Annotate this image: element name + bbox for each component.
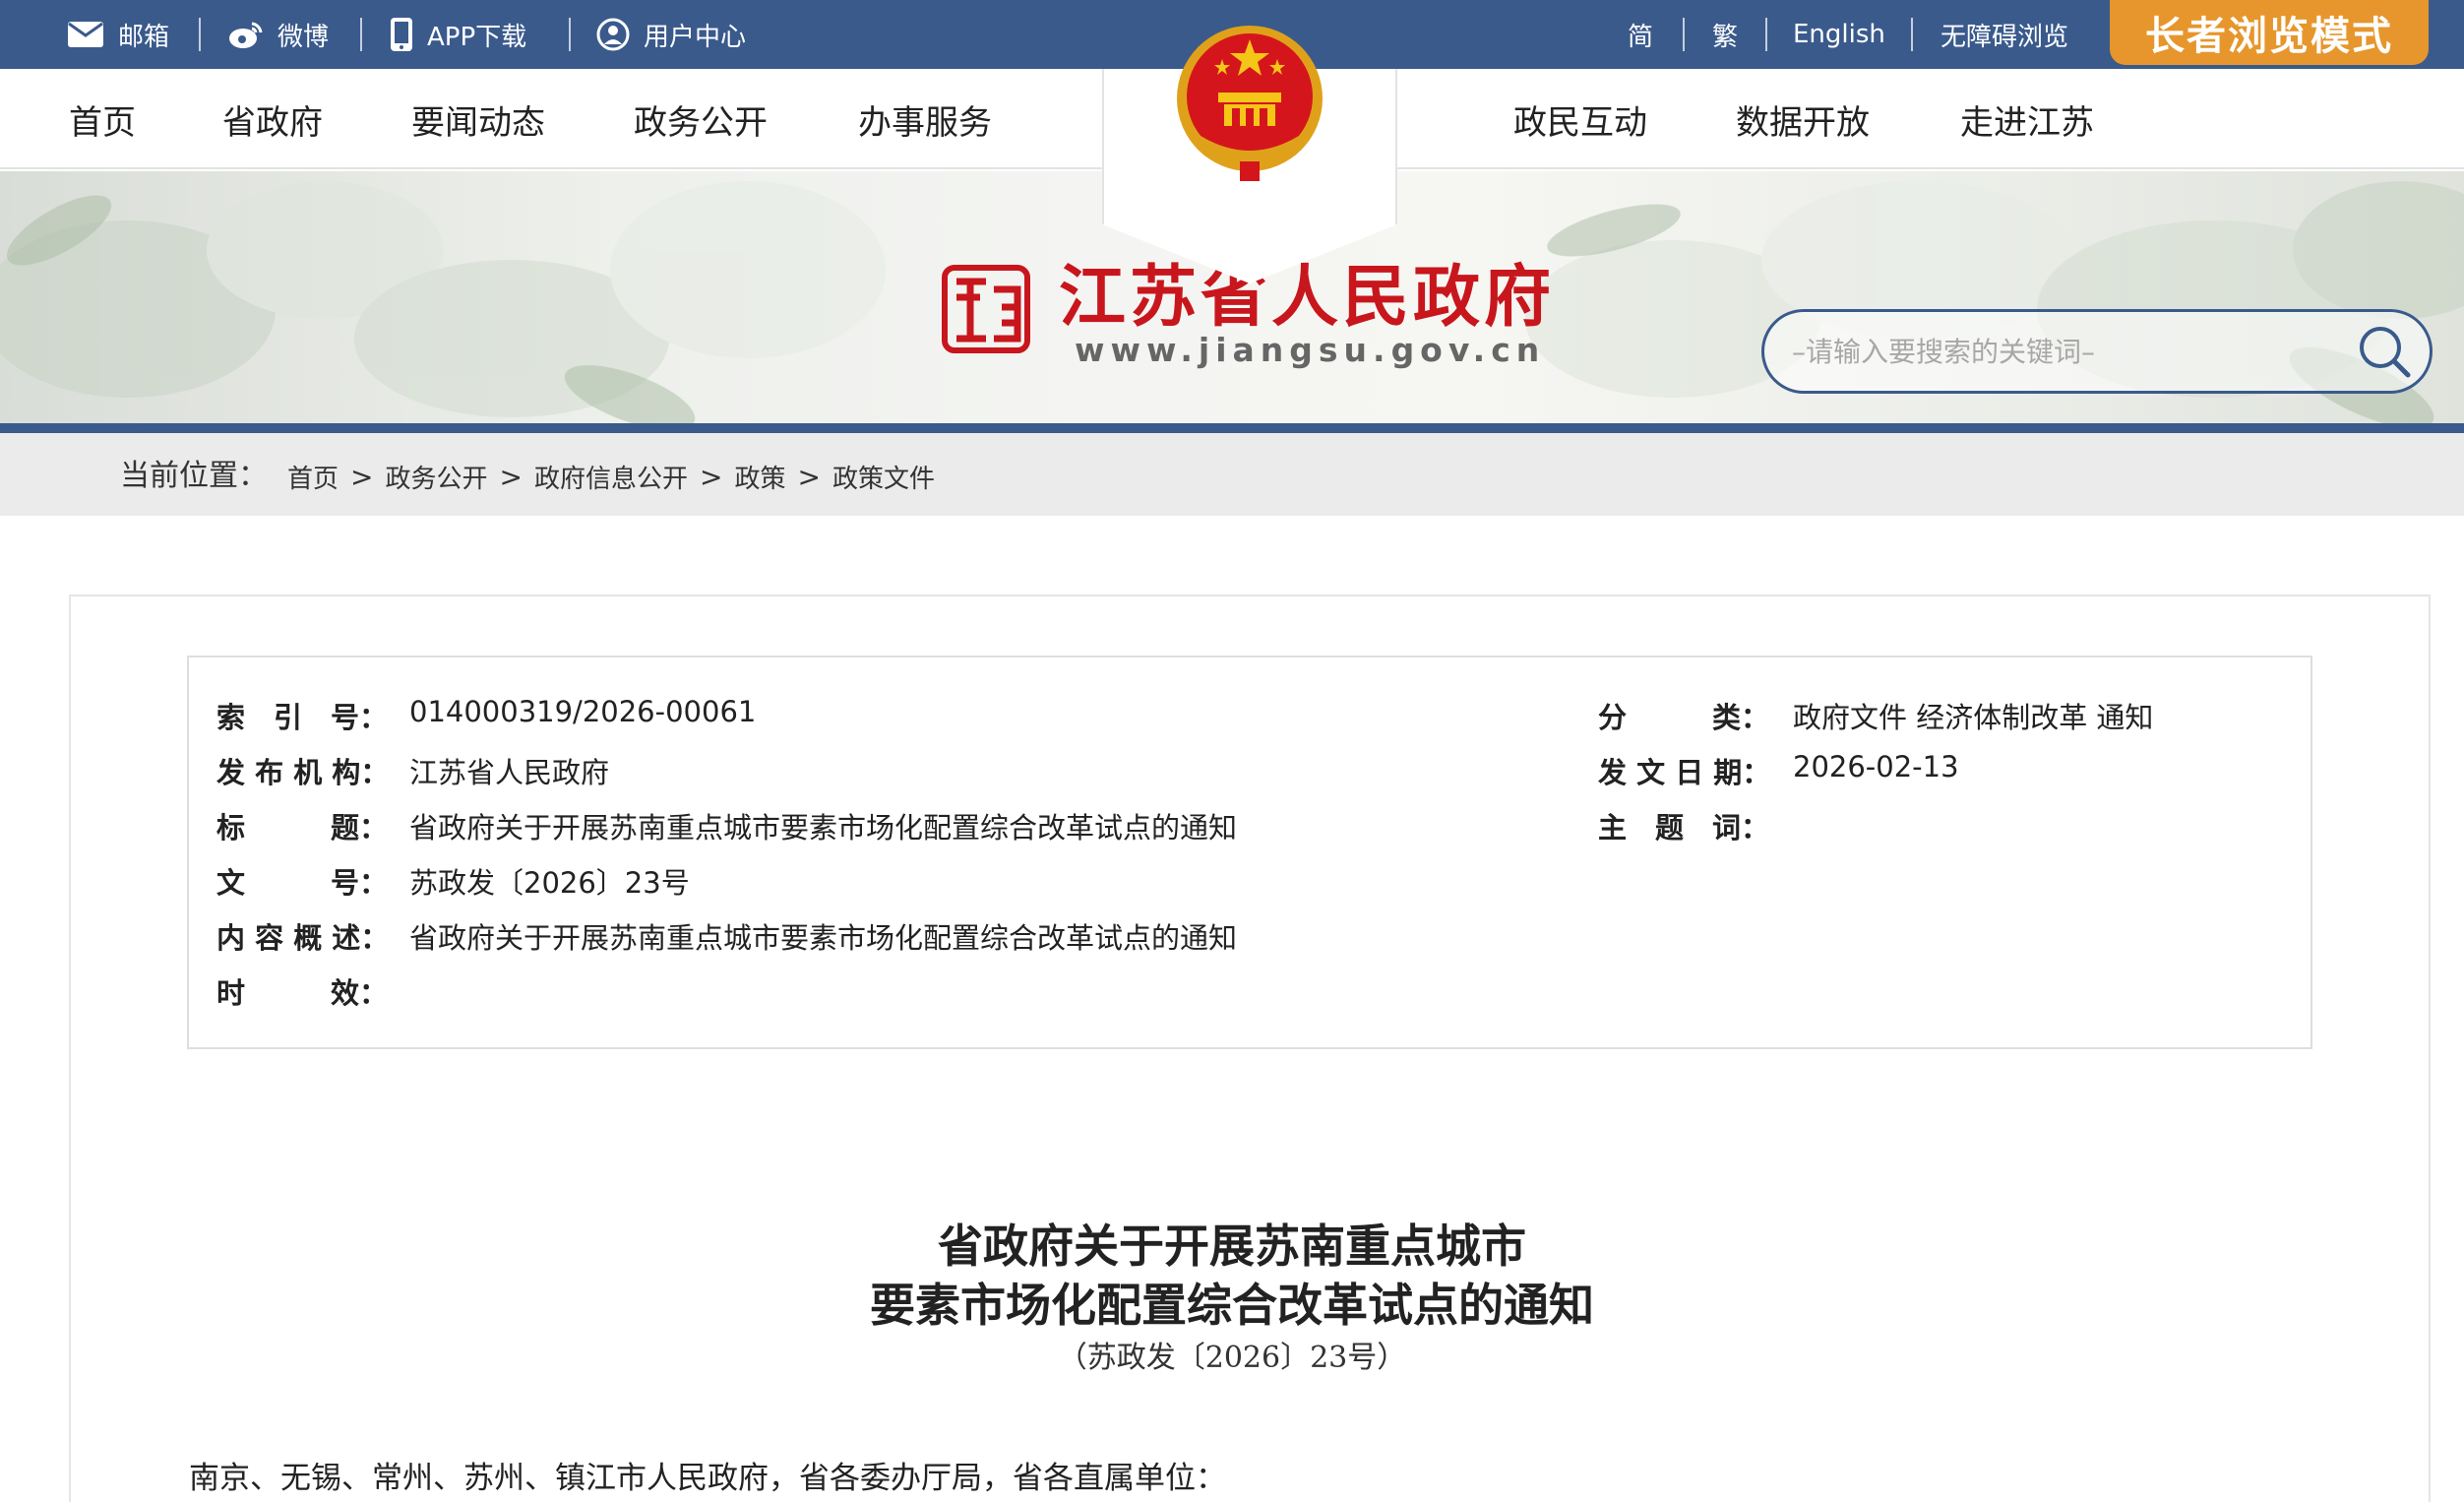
divider [1765,18,1767,51]
app-download-link[interactable]: APP下载 [390,0,526,69]
nav-province[interactable]: 省政府 [222,69,323,169]
search-icon [2360,327,2411,378]
breadcrumb-item-gov-open[interactable]: 政务公开 [385,459,487,495]
nav-about[interactable]: 走进江苏 [1960,69,2094,169]
issue-date-label: 发 文 日 期： [1598,756,1771,789]
nav-gov-open[interactable]: 政务公开 [634,69,768,169]
issuer-label: 发 布 机 构： [216,756,390,789]
traditional-chinese-link[interactable]: 繁 [1712,0,1738,69]
breadcrumb-item-policy-docs[interactable]: 政策文件 [832,459,935,495]
keywords-label: 主 题 词： [1598,811,1770,845]
issuer-value: 江苏省人民政府 [409,756,610,789]
site-logo-icon [942,265,1030,353]
site-url: www.jiangsu.gov.cn [1075,331,1546,369]
divider [199,18,201,51]
search-button[interactable] [2355,322,2414,381]
weibo-link[interactable]: 微博 [228,0,329,69]
elder-mode-button[interactable]: 长者浏览模式 [2110,0,2429,65]
document-addressee: 南京、无锡、常州、苏州、镇江市人民政府，省各委办厅局，省各直属单位： [189,1461,1226,1496]
breadcrumb: 首页 > 政务公开 > 政府信息公开 > 政策 > 政策文件 [287,459,935,495]
index-number-label: 索 引 号： [216,701,389,734]
nav-open-data[interactable]: 数据开放 [1736,69,1870,169]
nav-interaction[interactable]: 政民互动 [1513,69,1647,169]
mail-link[interactable]: 邮箱 [67,0,169,69]
divider [360,18,362,51]
user-center-label: 用户中心 [644,22,747,52]
simplified-label: 简 [1628,22,1654,52]
breadcrumb-item-home[interactable]: 首页 [287,459,339,495]
search-box [1761,309,2433,394]
mail-label: 邮箱 [118,22,170,52]
banner-bottom-rule [0,423,2464,433]
category-value: 政府文件 经济体制改革 通知 [1793,701,2154,734]
index-number-value: 014000319/2026-00061 [409,695,757,728]
document-number: （苏政发〔2026〕23号） [1057,1341,1407,1375]
validity-label: 时 效： [216,976,389,1010]
mail-icon [68,22,103,47]
user-icon [596,18,630,51]
user-center-link[interactable]: 用户中心 [596,0,746,69]
phone-icon [391,18,412,51]
issue-date-value: 2026-02-13 [1793,750,1959,783]
weibo-label: 微博 [277,22,330,52]
nav-services[interactable]: 办事服务 [858,69,992,169]
summary-value: 省政府关于开展苏南重点城市要素市场化配置综合改革试点的通知 [409,921,1238,955]
accessible-browse-link[interactable]: 无障碍浏览 [1940,0,2068,69]
nav-home[interactable]: 首页 [69,69,136,169]
document-title-line-2: 要素市场化配置综合改革试点的通知 [870,1279,1594,1332]
simplified-chinese-link[interactable]: 简 [1628,0,1653,69]
doc-number-label: 文 号： [216,866,389,900]
breadcrumb-item-gov-info[interactable]: 政府信息公开 [534,459,688,495]
breadcrumb-separator: > [797,461,821,493]
breadcrumb-separator: > [499,461,523,493]
search-input[interactable] [1792,312,2343,391]
nav-news[interactable]: 要闻动态 [411,69,545,169]
breadcrumb-item-policy[interactable]: 政策 [734,459,785,495]
app-download-label: APP下载 [427,22,527,52]
weibo-icon [229,22,263,48]
national-emblem-icon [1177,26,1323,181]
summary-label: 内 容 概 述： [216,921,390,955]
traditional-label: 繁 [1712,22,1739,52]
divider [1683,18,1685,51]
document-title-line-1: 省政府关于开展苏南重点城市 [938,1220,1526,1273]
category-label: 分 类： [1598,701,1770,734]
english-link[interactable]: English [1793,0,1885,69]
breadcrumb-separator: > [699,461,723,493]
divider [1911,18,1913,51]
doc-number-value: 苏政发〔2026〕23号 [409,866,690,900]
breadcrumb-separator: > [350,461,374,493]
title-label: 标 题： [216,811,389,845]
divider [569,18,571,51]
english-label: English [1793,20,1885,49]
breadcrumb-label: 当前位置： [120,459,268,493]
title-value: 省政府关于开展苏南重点城市要素市场化配置综合改革试点的通知 [409,811,1238,845]
accessible-label: 无障碍浏览 [1940,22,2069,52]
